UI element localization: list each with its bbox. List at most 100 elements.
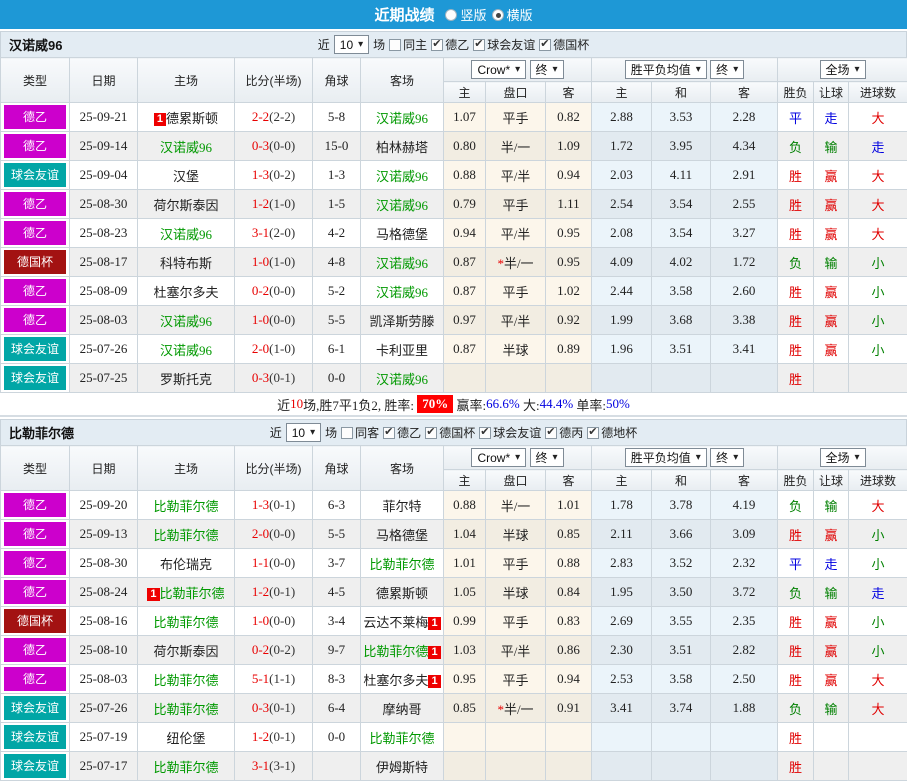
league-label: 德乙 [397, 424, 421, 441]
score-cell: 2-2(2-2) [235, 103, 313, 132]
handicap-value: 平手 [502, 615, 528, 630]
goals-result-cell: 大 [849, 694, 907, 723]
handicap-cell: 平手 [486, 549, 546, 578]
match-count-select[interactable]: 10 [334, 35, 369, 54]
odds-cell: 0.89 [546, 335, 592, 364]
fulltime-score: 0-3 [252, 138, 269, 153]
same-venue-checkbox[interactable]: 同主 [389, 36, 427, 53]
odds-value: 0.85 [453, 700, 476, 715]
avg-odds-cell: 3.52 [652, 549, 711, 578]
league-label: 球会友谊 [487, 36, 535, 53]
avg-odds-cell [711, 723, 778, 752]
match-row: 德国杯25-08-16比勒菲尔德1-0(0-0)3-4云达不莱梅10.99平手0… [1, 607, 907, 636]
checkbox-icon[interactable] [341, 427, 353, 439]
handicap-result-cell [814, 364, 849, 393]
home-team: 比勒菲尔德 [138, 491, 235, 520]
bookmaker-select[interactable]: Crow* [471, 60, 526, 79]
away-team-name: 汉诺威96 [376, 372, 428, 387]
avg-odds-cell: 3.41 [711, 335, 778, 364]
avg-odds-select[interactable]: 胜平负均值 [625, 448, 707, 467]
halftime-score: (2-2) [269, 109, 295, 124]
league-checkbox-德丙[interactable]: 德丙 [545, 424, 583, 441]
away-team: 摩纳哥 [361, 694, 444, 723]
checkbox-checked-icon[interactable] [383, 427, 395, 439]
summary-segment: 10 [290, 396, 303, 412]
radio-unchecked-icon[interactable] [445, 9, 457, 21]
avg-odds-cell: 2.88 [592, 103, 652, 132]
avg-odds-cell: 3.51 [652, 636, 711, 665]
handicap-result-cell: 走 [814, 103, 849, 132]
avg-odds-select[interactable]: 胜平负均值 [625, 60, 707, 79]
checkbox-checked-icon[interactable] [539, 39, 551, 51]
league-checkbox-德国杯[interactable]: 德国杯 [539, 36, 589, 53]
layout-radio-vertical[interactable]: 竖版 [445, 5, 486, 24]
wdl-result-cell: 平 [778, 103, 814, 132]
sub-header-0: 主 [444, 82, 486, 103]
checkbox-checked-icon[interactable] [587, 427, 599, 439]
handicap-value: 半球 [502, 528, 528, 543]
bookmaker-select[interactable]: Crow* [471, 448, 526, 467]
odds-value: 0.85 [557, 526, 580, 541]
wdl-result-cell: 胜 [778, 665, 814, 694]
odds-stage-select[interactable]: 终 [530, 60, 564, 79]
league-checkbox-德乙[interactable]: 德乙 [431, 36, 469, 53]
same-venue-checkbox[interactable]: 同客 [341, 424, 379, 441]
results-table: 类型日期主场比分(半场)角球客场Crow* 终胜平负均值 终全场主盘口客主和客胜… [0, 445, 907, 781]
avg-odds-cell: 2.83 [592, 549, 652, 578]
period-select[interactable]: 全场 [820, 448, 866, 467]
avg-odds-cell [711, 752, 778, 781]
handicap-value: 平/半 [501, 314, 531, 329]
avg-odds-cell: 3.38 [711, 306, 778, 335]
match-row: 球会友谊25-07-25罗斯托克0-3(0-1)0-0汉诺威96胜 [1, 364, 907, 393]
checkbox-checked-icon[interactable] [431, 39, 443, 51]
section-header: 汉诺威96近10场同主德乙球会友谊德国杯 [0, 31, 907, 57]
avg-odds-cell: 2.30 [592, 636, 652, 665]
checkbox-checked-icon[interactable] [473, 39, 485, 51]
home-team: 罗斯托克 [138, 364, 235, 393]
avg-odds-cell: 2.60 [711, 277, 778, 306]
avg-odds-cell [652, 752, 711, 781]
goals-result-cell: 走 [849, 132, 907, 161]
score-cell: 0-2(0-2) [235, 636, 313, 665]
checkbox-checked-icon[interactable] [425, 427, 437, 439]
period-select[interactable]: 全场 [820, 60, 866, 79]
league-checkbox-球会友谊[interactable]: 球会友谊 [473, 36, 535, 53]
radio-checked-icon[interactable] [492, 9, 504, 21]
home-team: 荷尔斯泰因 [138, 190, 235, 219]
league-checkbox-德乙[interactable]: 德乙 [383, 424, 421, 441]
wdl-result-cell: 胜 [778, 277, 814, 306]
avg-odds-cell: 1.99 [592, 306, 652, 335]
match-count-select[interactable]: 10 [286, 423, 321, 442]
goals-result-cell: 大 [849, 219, 907, 248]
team-name: 汉诺威96 [9, 35, 62, 54]
avg-stage-select[interactable]: 终 [710, 448, 744, 467]
league-checkbox-德地杯[interactable]: 德地杯 [587, 424, 637, 441]
layout-radio-horizontal[interactable]: 横版 [492, 5, 533, 24]
match-row: 德乙25-08-03比勒菲尔德5-1(1-1)8-3杜塞尔多夫10.95平手0.… [1, 665, 907, 694]
fulltime-score: 1-0 [252, 254, 269, 269]
odds-cell [546, 364, 592, 393]
odds-stage-select[interactable]: 终 [530, 448, 564, 467]
avg-odds-cell: 2.32 [711, 549, 778, 578]
match-type-cell: 球会友谊 [1, 694, 70, 723]
odds-cell: 0.80 [444, 132, 486, 161]
sub-header-2: 客 [546, 470, 592, 491]
avg-odds-cell [652, 723, 711, 752]
halftime-score: (0-2) [269, 167, 295, 182]
league-checkbox-德国杯[interactable]: 德国杯 [425, 424, 475, 441]
avg-stage-select[interactable]: 终 [710, 60, 744, 79]
match-row: 德乙25-08-241比勒菲尔德1-2(0-1)4-5德累斯顿1.05半球0.8… [1, 578, 907, 607]
away-team: 汉诺威96 [361, 277, 444, 306]
league-checkbox-球会友谊[interactable]: 球会友谊 [479, 424, 541, 441]
halftime-score: (1-0) [269, 254, 295, 269]
checkbox-icon[interactable] [389, 39, 401, 51]
avg-odds-cell [652, 364, 711, 393]
handicap-cell: 半球 [486, 335, 546, 364]
handicap-result-cell: 赢 [814, 665, 849, 694]
checkbox-checked-icon[interactable] [479, 427, 491, 439]
checkbox-checked-icon[interactable] [545, 427, 557, 439]
match-type-cell: 德乙 [1, 665, 70, 694]
handicap-cell [486, 752, 546, 781]
wdl-result-cell: 负 [778, 694, 814, 723]
avg-odds-cell: 3.41 [592, 694, 652, 723]
